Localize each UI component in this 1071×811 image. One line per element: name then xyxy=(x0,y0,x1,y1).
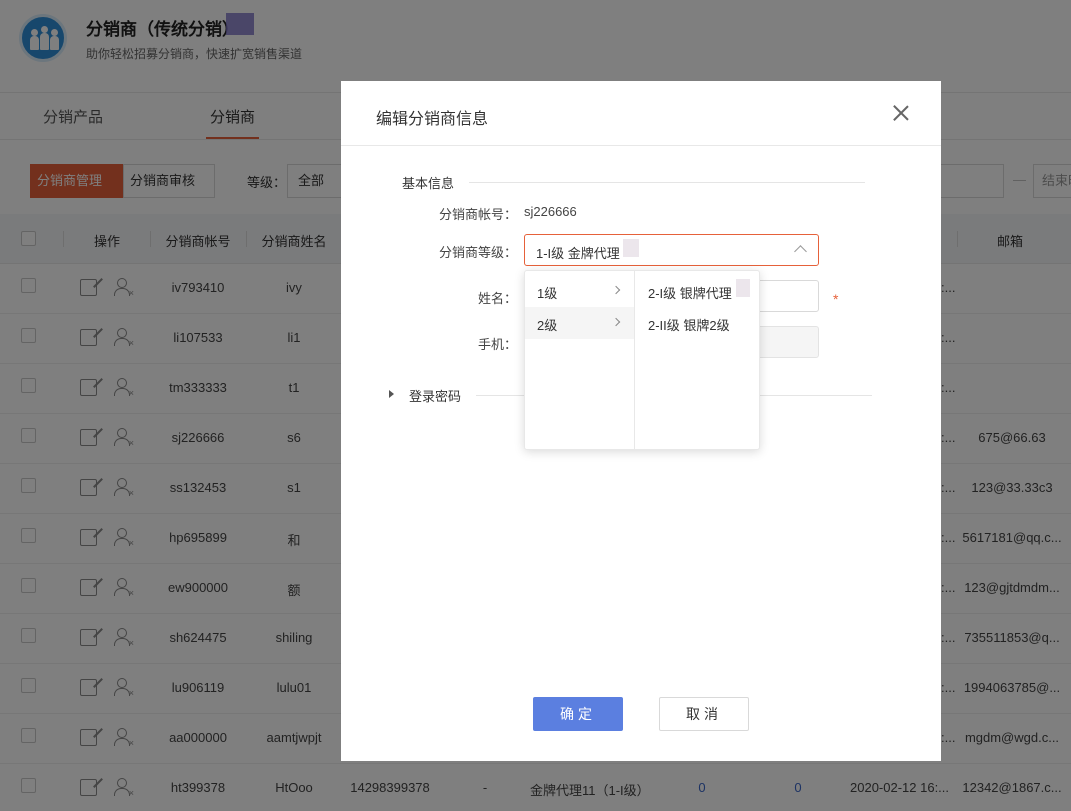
close-icon[interactable] xyxy=(893,105,909,121)
dialog-header: 编辑分销商信息 xyxy=(341,81,941,146)
option-label: 2-II级 银牌2级 xyxy=(648,318,730,333)
chevron-right-icon xyxy=(611,285,621,295)
option-label: 2级 xyxy=(537,318,558,333)
chevron-up-icon xyxy=(794,245,807,258)
required-mark: * xyxy=(833,291,839,307)
option-label: 2-I级 银牌代理 xyxy=(648,286,732,301)
level-cascader-select[interactable]: 1-I级 金牌代理 xyxy=(524,234,819,266)
level-select-value: 1-I级 金牌代理 xyxy=(536,246,620,261)
name-label: 姓名： xyxy=(477,291,517,306)
cascader-level1-column: 1级 2级 xyxy=(525,271,635,449)
cascader-option-level2[interactable]: 2级 xyxy=(525,307,634,339)
level-label: 分销商等级： xyxy=(438,245,517,260)
phone-label: 手机： xyxy=(477,337,517,352)
cascader-option-silver-agent[interactable]: 2-I级 银牌代理 xyxy=(636,275,760,307)
dialog-title: 编辑分销商信息 xyxy=(376,111,489,128)
account-value: sj226666 xyxy=(524,204,577,219)
cascader-level2-column: 2-I级 银牌代理 2-II级 银牌2级 xyxy=(636,271,760,449)
basic-info-heading: 基本信息 xyxy=(402,176,455,191)
expand-triangle-icon[interactable] xyxy=(389,390,394,398)
redacted-mark xyxy=(623,239,639,257)
cascader-option-level1[interactable]: 1级 xyxy=(525,275,634,307)
chevron-right-icon xyxy=(611,317,621,327)
cancel-button[interactable]: 取消 xyxy=(659,697,749,731)
account-label: 分销商帐号： xyxy=(438,207,517,222)
option-label: 1级 xyxy=(537,286,558,301)
redacted-mark xyxy=(736,279,750,297)
confirm-button[interactable]: 确定 xyxy=(533,697,623,731)
edit-distributor-dialog: 编辑分销商信息 基本信息 分销商帐号： sj226666 分销商等级： 1-I级… xyxy=(341,81,941,761)
cascader-option-silver-level2[interactable]: 2-II级 银牌2级 xyxy=(636,307,760,339)
level-cascader-dropdown: 1级 2级 2-I级 银牌代理 2-II级 银牌2级 xyxy=(524,270,760,450)
password-section-toggle[interactable]: 登录密码 xyxy=(409,386,461,405)
section-divider xyxy=(469,182,865,183)
